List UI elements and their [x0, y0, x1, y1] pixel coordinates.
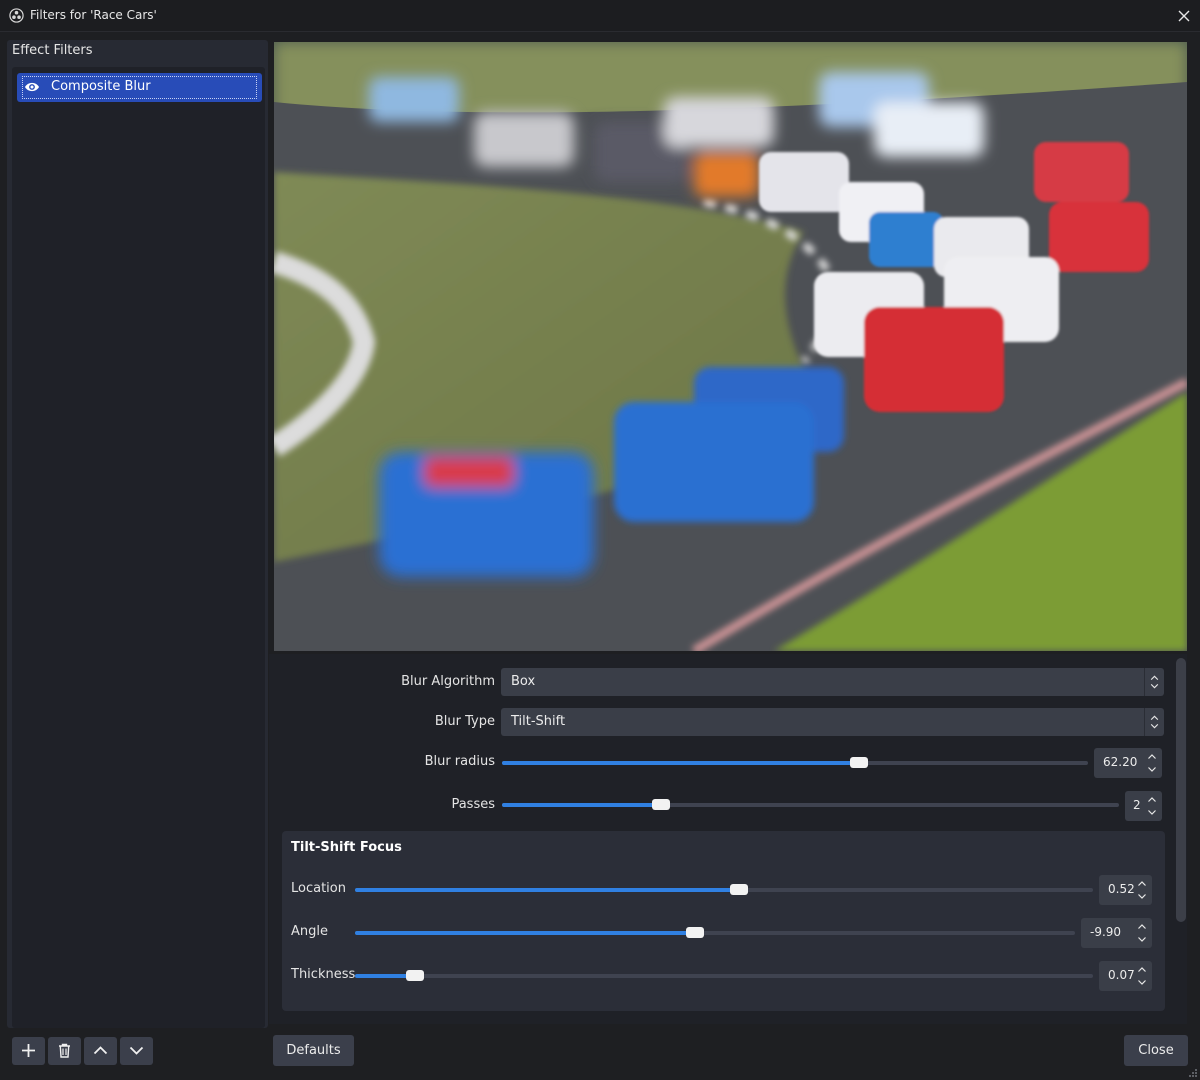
spin-arrows-icon[interactable] [1145, 794, 1159, 818]
window-close-icon[interactable] [1174, 6, 1194, 26]
spin-arrows-icon[interactable] [1135, 878, 1149, 902]
slider-handle[interactable] [652, 799, 671, 810]
select-arrows-icon [1144, 668, 1159, 696]
slider-handle[interactable] [729, 884, 748, 895]
move-filter-up-button[interactable] [84, 1037, 117, 1065]
tilt-shift-focus-title: Tilt-Shift Focus [291, 840, 402, 855]
defaults-button[interactable]: Defaults [273, 1035, 354, 1066]
close-button[interactable]: Close [1124, 1035, 1188, 1066]
move-filter-down-button[interactable] [120, 1037, 153, 1065]
blur-algorithm-label: Blur Algorithm [401, 674, 495, 689]
angle-slider[interactable] [355, 927, 1075, 938]
obs-logo-icon [9, 8, 24, 23]
chevron-down-icon [129, 1046, 144, 1055]
passes-spinbox[interactable]: 2 [1125, 791, 1162, 821]
location-label: Location [291, 881, 346, 896]
eye-icon[interactable] [24, 80, 40, 94]
window-title: Filters for 'Race Cars' [30, 8, 157, 22]
blur-radius-slider[interactable] [502, 757, 1088, 768]
passes-value: 2 [1133, 798, 1141, 812]
thickness-value: 0.07 [1108, 968, 1135, 982]
blur-radius-spinbox[interactable]: 62.20 [1094, 748, 1162, 778]
passes-label: Passes [451, 797, 495, 812]
slider-handle[interactable] [685, 927, 704, 938]
title-bar: Filters for 'Race Cars' [0, 0, 1200, 32]
blur-type-label: Blur Type [434, 714, 495, 729]
blur-algorithm-value: Box [511, 674, 536, 689]
trash-icon [59, 1043, 70, 1058]
slider-handle[interactable] [850, 757, 869, 768]
effect-filters-heading: Effect Filters [12, 43, 93, 58]
location-value: 0.52 [1108, 882, 1135, 896]
select-arrows-icon [1144, 708, 1159, 736]
filter-list[interactable] [12, 67, 265, 1028]
race-cars-preview-image [274, 42, 1187, 651]
spin-arrows-icon[interactable] [1135, 921, 1149, 945]
slider-fill [502, 803, 662, 807]
filter-preview [274, 42, 1187, 651]
blur-type-value: Tilt-Shift [511, 714, 566, 729]
remove-filter-button[interactable] [48, 1037, 81, 1065]
thickness-spinbox[interactable]: 0.07 [1099, 961, 1152, 991]
thickness-label: Thickness [291, 967, 356, 982]
blur-radius-value: 62.20 [1103, 755, 1138, 769]
spin-arrows-icon[interactable] [1135, 964, 1149, 988]
blur-algorithm-select[interactable]: Box [501, 668, 1164, 696]
blur-radius-label: Blur radius [424, 754, 495, 769]
angle-spinbox[interactable]: -9.90 [1081, 918, 1152, 948]
angle-label: Angle [291, 924, 328, 939]
location-spinbox[interactable]: 0.52 [1099, 875, 1152, 905]
spin-arrows-icon[interactable] [1145, 751, 1159, 775]
slider-fill [502, 761, 860, 765]
filter-item-label: Composite Blur [51, 79, 151, 94]
plus-icon [22, 1044, 35, 1057]
passes-slider[interactable] [502, 799, 1119, 810]
chevron-up-icon [93, 1046, 108, 1055]
add-filter-button[interactable] [12, 1037, 45, 1065]
properties-scrollbar[interactable] [1176, 658, 1186, 922]
blur-type-select[interactable]: Tilt-Shift [501, 708, 1164, 736]
slider-fill [355, 931, 695, 935]
slider-handle[interactable] [405, 970, 424, 981]
location-slider[interactable] [355, 884, 1093, 895]
resize-grip-icon[interactable] [1187, 1067, 1198, 1078]
slider-fill [355, 888, 739, 892]
thickness-slider[interactable] [355, 970, 1093, 981]
angle-value: -9.90 [1090, 925, 1122, 939]
tilt-shift-focus-group [282, 831, 1165, 1011]
